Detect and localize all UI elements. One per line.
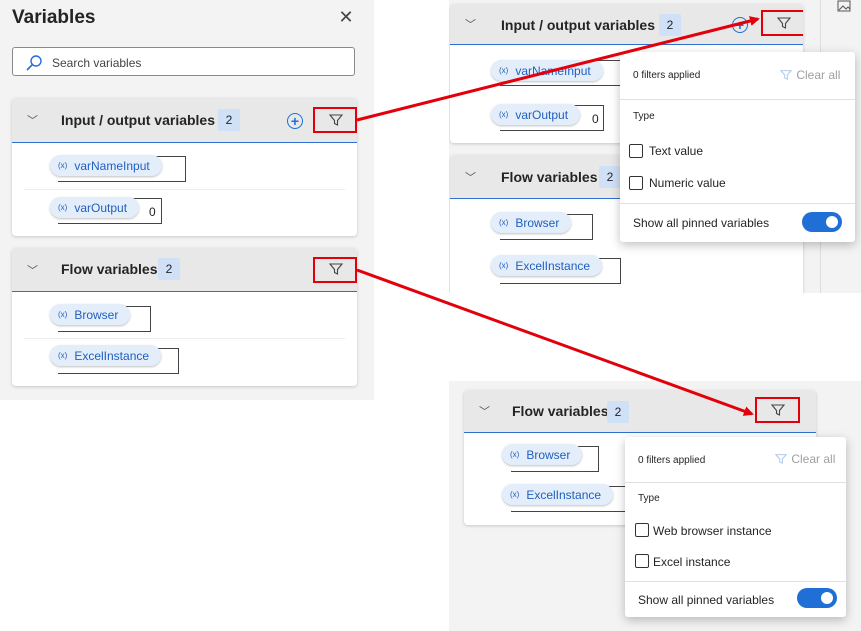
variable-chip[interactable]: (x) Browser — [50, 304, 131, 325]
variable-chip[interactable]: (x) ExcelInstance — [502, 484, 614, 505]
variable-chip[interactable]: (x) varNameInput — [50, 155, 162, 176]
count-badge: 2 — [607, 401, 629, 423]
count-badge: 2 — [218, 109, 240, 131]
clear-all-label: Clear all — [796, 68, 841, 82]
type-heading: Type — [633, 111, 655, 122]
variable-name: Browser — [74, 308, 119, 322]
chevron-down-icon[interactable]: ﹀ — [465, 16, 476, 32]
close-icon[interactable]: ✕ — [337, 8, 355, 26]
checkbox-label: Numeric value — [649, 176, 726, 190]
variable-chip[interactable]: (x) varOutput — [491, 104, 581, 125]
io-section-header[interactable]: ﹀ Input / output variables 2 + — [12, 98, 357, 143]
divider — [620, 99, 855, 100]
section-title: Flow variables — [501, 169, 598, 185]
text-value-checkbox[interactable] — [629, 144, 643, 158]
variable-chip[interactable]: (x) Browser — [502, 444, 583, 465]
variable-icon: (x) — [510, 450, 520, 459]
variables-pane: Variables ✕ Search variables ﹀ Input / o… — [0, 0, 374, 400]
section-title: Flow variables — [61, 261, 158, 277]
variable-chip[interactable]: (x) varNameInput — [491, 60, 603, 81]
flow-section-header[interactable]: ﹀ Flow variables 2 — [464, 390, 816, 433]
io-variables-section: ﹀ Input / output variables 2 + (x) varNam… — [12, 98, 357, 236]
filters-applied-label: 0 filters applied — [638, 455, 706, 466]
pane-title: Variables — [12, 7, 96, 28]
image-icon[interactable] — [837, 0, 851, 12]
filter-icon[interactable] — [770, 402, 786, 418]
filter-popup: 0 filters applied Clear all Type Web bro… — [625, 437, 846, 617]
chevron-down-icon[interactable]: ﹀ — [27, 262, 38, 278]
search-input[interactable]: Search variables — [12, 47, 355, 76]
chevron-down-icon[interactable]: ﹀ — [479, 403, 490, 419]
divider — [620, 203, 855, 204]
variable-icon: (x) — [58, 310, 68, 319]
numeric-value-checkbox[interactable] — [629, 176, 643, 190]
clear-filter-icon — [774, 454, 788, 465]
chevron-down-icon[interactable]: ﹀ — [465, 169, 476, 185]
filter-icon[interactable] — [328, 112, 344, 128]
variable-icon: (x) — [499, 261, 509, 270]
variable-chip[interactable]: (x) varOutput — [50, 197, 140, 218]
count-badge: 2 — [158, 258, 180, 280]
filters-applied-label: 0 filters applied — [633, 70, 701, 81]
variable-name: Browser — [515, 216, 560, 230]
show-pinned-toggle[interactable] — [802, 212, 842, 232]
search-placeholder: Search variables — [52, 56, 142, 70]
variable-name: varNameInput — [515, 64, 591, 78]
variable-icon: (x) — [58, 161, 68, 170]
section-title: Flow variables — [512, 403, 609, 419]
variable-value: 0 — [592, 112, 599, 126]
divider — [625, 581, 846, 582]
variable-icon: (x) — [499, 110, 509, 119]
variable-icon: (x) — [510, 490, 520, 499]
toggle-knob — [821, 592, 833, 604]
variable-name: ExcelInstance — [526, 488, 602, 502]
section-title: Input / output variables — [501, 17, 656, 33]
add-variable-button[interactable]: + — [732, 17, 748, 33]
variable-chip[interactable]: (x) ExcelInstance — [491, 255, 603, 276]
divider — [24, 189, 345, 190]
filter-popup: 0 filters applied Clear all Type Text va… — [620, 52, 855, 242]
show-pinned-label: Show all pinned variables — [633, 216, 770, 230]
checkbox-label: Excel instance — [653, 555, 731, 569]
add-variable-button[interactable]: + — [287, 113, 303, 129]
variable-icon: (x) — [499, 66, 509, 75]
variable-name: varOutput — [515, 108, 569, 122]
variable-name: ExcelInstance — [515, 259, 591, 273]
clear-all-button[interactable]: Clear all — [779, 68, 840, 82]
filter-icon[interactable] — [776, 15, 792, 31]
show-pinned-toggle[interactable] — [797, 588, 837, 608]
variable-icon: (x) — [499, 218, 509, 227]
divider — [24, 338, 345, 339]
flow-variables-section: ﹀ Flow variables 2 (x) Browser (x) ExcelIn… — [12, 248, 357, 386]
type-heading: Type — [638, 493, 660, 504]
variable-value: 0 — [149, 205, 156, 219]
variable-name: varNameInput — [74, 159, 150, 173]
toggle-knob — [826, 216, 838, 228]
variable-name: Browser — [526, 448, 571, 462]
variable-icon: (x) — [58, 203, 68, 212]
checkbox-label: Web browser instance — [653, 524, 772, 538]
variable-icon: (x) — [58, 351, 68, 360]
variable-chip[interactable]: (x) Browser — [491, 212, 572, 233]
variable-name: varOutput — [74, 201, 128, 215]
checkbox-label: Text value — [649, 144, 704, 158]
clear-all-button[interactable]: Clear all — [774, 452, 835, 466]
section-title: Input / output variables — [61, 112, 216, 128]
chevron-down-icon[interactable]: ﹀ — [27, 112, 38, 128]
count-badge: 2 — [659, 14, 681, 36]
variable-chip[interactable]: (x) ExcelInstance — [50, 345, 162, 366]
clear-filter-icon — [779, 70, 793, 81]
count-badge: 2 — [599, 166, 621, 188]
excel-instance-checkbox[interactable] — [635, 554, 649, 568]
search-icon — [26, 55, 42, 71]
show-pinned-label: Show all pinned variables — [638, 593, 775, 607]
flow-section-header[interactable]: ﹀ Flow variables 2 — [12, 248, 357, 292]
io-section-header[interactable]: ﹀ Input / output variables 2 + — [450, 4, 803, 45]
divider — [625, 482, 846, 483]
variable-name: ExcelInstance — [74, 349, 150, 363]
clear-all-label: Clear all — [791, 452, 836, 466]
filter-icon[interactable] — [328, 261, 344, 277]
web-browser-checkbox[interactable] — [635, 523, 649, 537]
